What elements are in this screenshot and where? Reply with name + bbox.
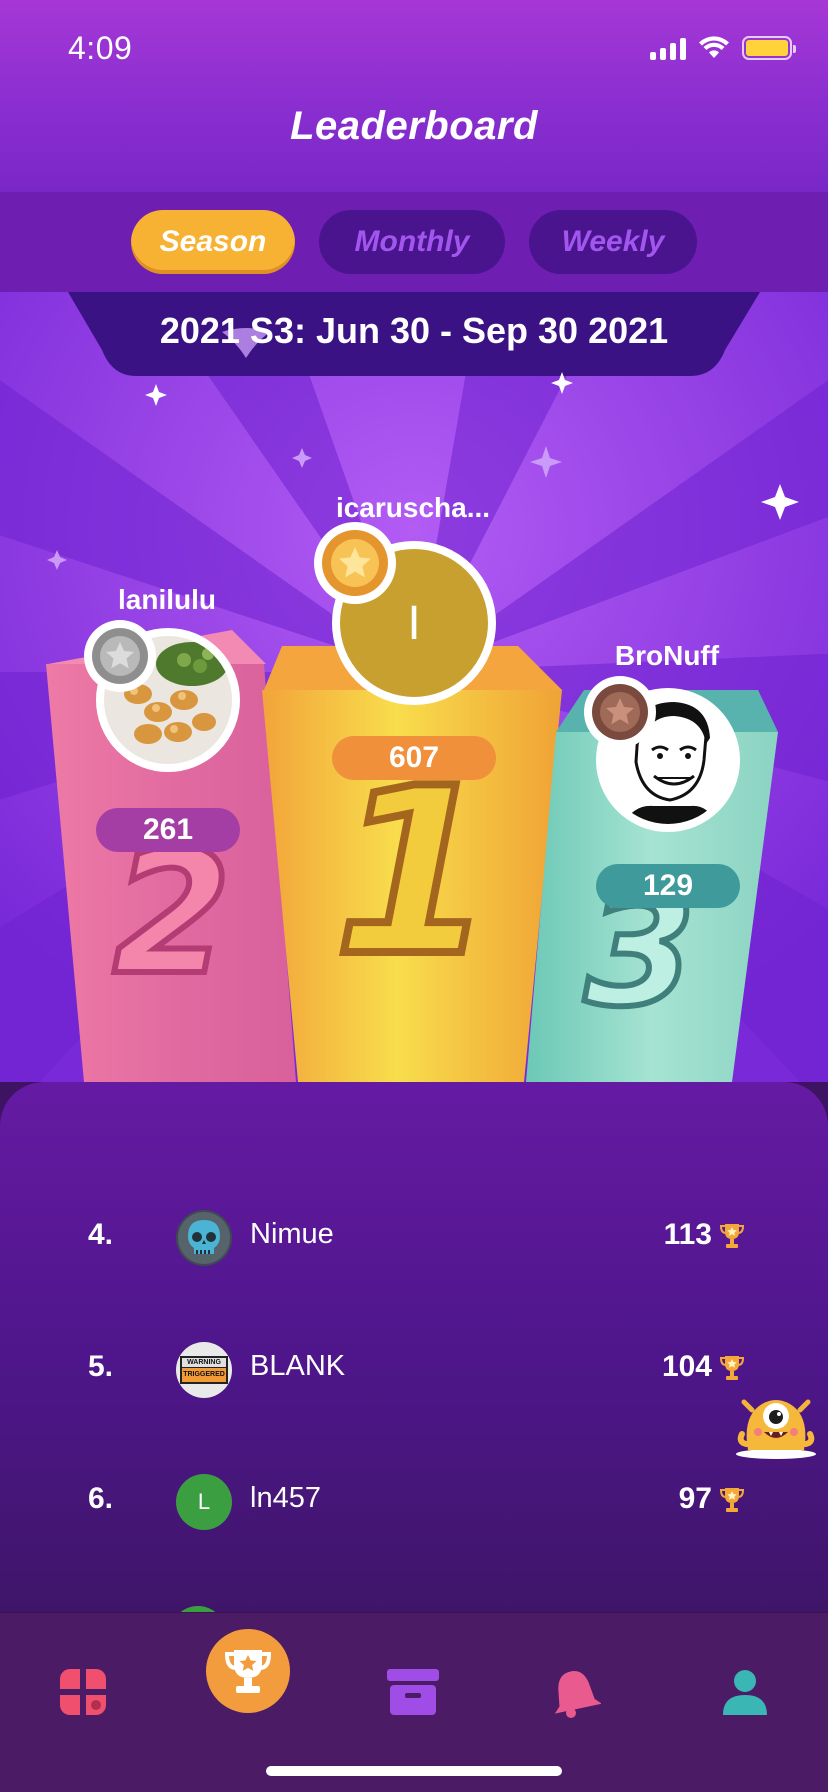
- tab-monthly[interactable]: Monthly: [319, 210, 505, 274]
- user-score: 113: [663, 1218, 712, 1251]
- user-avatar: [176, 1210, 232, 1266]
- first-place-score: 607: [332, 736, 496, 780]
- first-place-name: icaruscha...: [335, 492, 491, 523]
- season-label: 2021 S3: Jun 30 - Sep 30 2021: [159, 310, 669, 351]
- nav-notifications[interactable]: [530, 1647, 620, 1737]
- bottom-tab-bar: [0, 1612, 828, 1792]
- user-avatar: L: [176, 1474, 232, 1530]
- user-name: BLANK: [250, 1350, 346, 1382]
- rank: 6.: [88, 1482, 114, 1515]
- user-score: 104: [661, 1350, 712, 1383]
- third-place-name: BroNuff: [614, 640, 720, 671]
- warning-sign-bottom-text: TRIGGERED: [183, 1371, 225, 1378]
- trophy-icon: [720, 1356, 744, 1380]
- nav-profile[interactable]: [700, 1647, 790, 1737]
- home-indicator: [266, 1766, 562, 1776]
- user-name: Nimue: [250, 1218, 334, 1250]
- page-title: Leaderboard: [290, 104, 538, 148]
- third-place-score: 129: [596, 864, 740, 908]
- status-bar: 4:09: [0, 0, 828, 100]
- bell-icon: [554, 1671, 601, 1718]
- leaderboard-screen: 4:09 Leaderboard Season Monthly Weekly 2…: [0, 0, 828, 1792]
- gold-medal-icon: [314, 522, 396, 604]
- period-tabs: Season Monthly Weekly: [0, 192, 828, 292]
- list-item[interactable]: 5. WARNING TRIGGERED BLANK 104: [0, 1330, 828, 1410]
- box-icon: [387, 1669, 439, 1715]
- trophy-icon: [720, 1488, 744, 1512]
- trophy-icon: [224, 1650, 272, 1693]
- nav-leaderboard[interactable]: [206, 1629, 290, 1713]
- header: 4:09 Leaderboard: [0, 0, 828, 192]
- cellular-signal-icon: [650, 36, 686, 60]
- battery-icon: [742, 36, 796, 60]
- rank: 4.: [88, 1218, 114, 1251]
- tab-weekly[interactable]: Weekly: [529, 210, 697, 274]
- user-name: ln457: [250, 1482, 321, 1514]
- rank: 5.: [88, 1350, 114, 1383]
- status-icons: [650, 36, 796, 60]
- list-item[interactable]: 7. R roseyrach 92: [0, 1594, 828, 1612]
- warning-sign-top-text: WARNING: [182, 1358, 226, 1368]
- leaderboard-list: 4. Nimue 113 5. WARNING TRIGGERED BLANK …: [0, 1082, 828, 1612]
- tab-season[interactable]: Season: [131, 210, 295, 274]
- profile-icon: [723, 1670, 767, 1715]
- trophy-icon: [720, 1224, 744, 1248]
- clover-home-icon: [60, 1669, 106, 1715]
- wifi-icon: [699, 36, 729, 58]
- second-place-name: lanilulu: [118, 584, 216, 615]
- second-place-score: 261: [96, 808, 240, 852]
- list-item[interactable]: 4. Nimue 113: [0, 1198, 828, 1278]
- bronze-medal-icon: [584, 676, 656, 748]
- user-avatar: WARNING TRIGGERED: [176, 1342, 232, 1398]
- silver-medal-icon: [84, 620, 156, 692]
- warning-sign-icon: WARNING TRIGGERED: [180, 1356, 228, 1384]
- list-item[interactable]: 6. L ln457 97: [0, 1462, 828, 1542]
- monster-mascot-icon[interactable]: [734, 1380, 818, 1460]
- first-place-numeral: 1: [334, 740, 494, 1007]
- nav-box[interactable]: [368, 1647, 458, 1737]
- status-time: 4:09: [68, 30, 133, 66]
- season-banner: 2021 S3: Jun 30 - Sep 30 2021: [0, 292, 828, 376]
- skull-avatar-icon: [176, 1210, 232, 1266]
- user-score: 97: [678, 1482, 712, 1515]
- nav-home[interactable]: [38, 1647, 128, 1737]
